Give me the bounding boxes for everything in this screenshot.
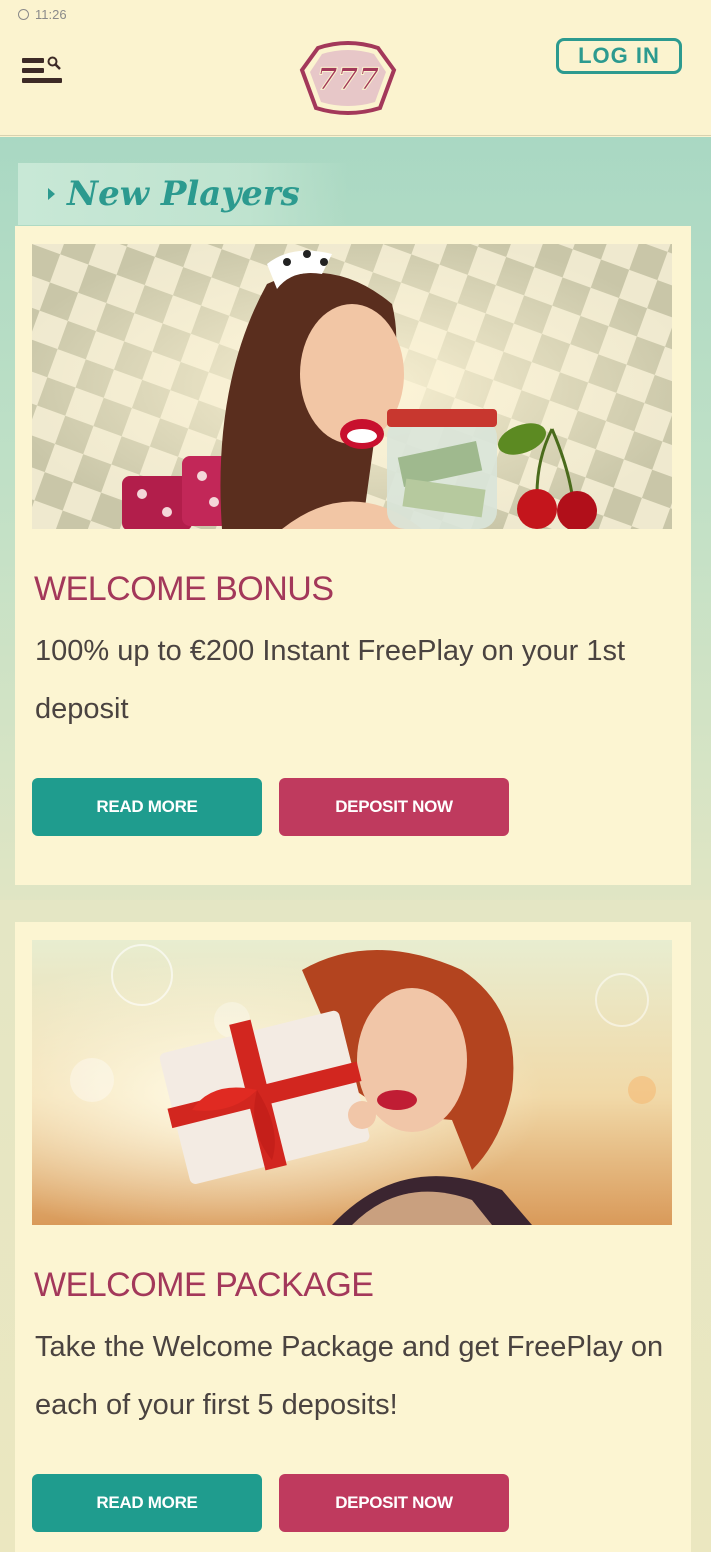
promo-title: WELCOME BONUS [34,570,334,608]
alarm-clock-icon [18,8,29,20]
status-time: 11:26 [35,6,67,22]
menu-icon-bar [22,58,44,63]
status-bar: 11:26 [0,0,711,28]
promo-title: WELCOME PACKAGE [34,1266,374,1304]
read-more-button[interactable]: READ MORE [32,778,262,836]
menu-search-button[interactable] [22,56,74,98]
promo-image-woman-gift [32,940,672,1225]
promo-description: 100% up to €200 Instant FreePlay on your… [35,635,626,725]
promo-image-woman-money-jar [32,244,672,529]
chevron-right-icon [48,188,55,200]
promo-card-welcome-package: WELCOME PACKAGE Take the Welcome Package… [15,922,691,1552]
menu-icon-bar [22,68,44,73]
site-header: 777 LOG IN [0,28,711,136]
promo-description: Take the Welcome Package and get FreePla… [35,1331,664,1421]
logo-text: 777 [317,62,380,97]
promo-card-welcome-bonus: WELCOME BONUS 100% up to €200 Instant Fr… [15,226,691,885]
section-title: New Players [67,174,300,214]
login-button[interactable]: LOG IN [556,38,682,74]
deposit-now-button[interactable]: DEPOSIT NOW [279,1474,509,1532]
read-more-button[interactable]: READ MORE [32,1474,262,1532]
brand-logo[interactable]: 777 [298,40,398,116]
menu-icon-bar [22,78,62,83]
deposit-now-button[interactable]: DEPOSIT NOW [279,778,509,836]
search-icon [47,56,61,70]
section-heading: New Players [48,168,300,220]
